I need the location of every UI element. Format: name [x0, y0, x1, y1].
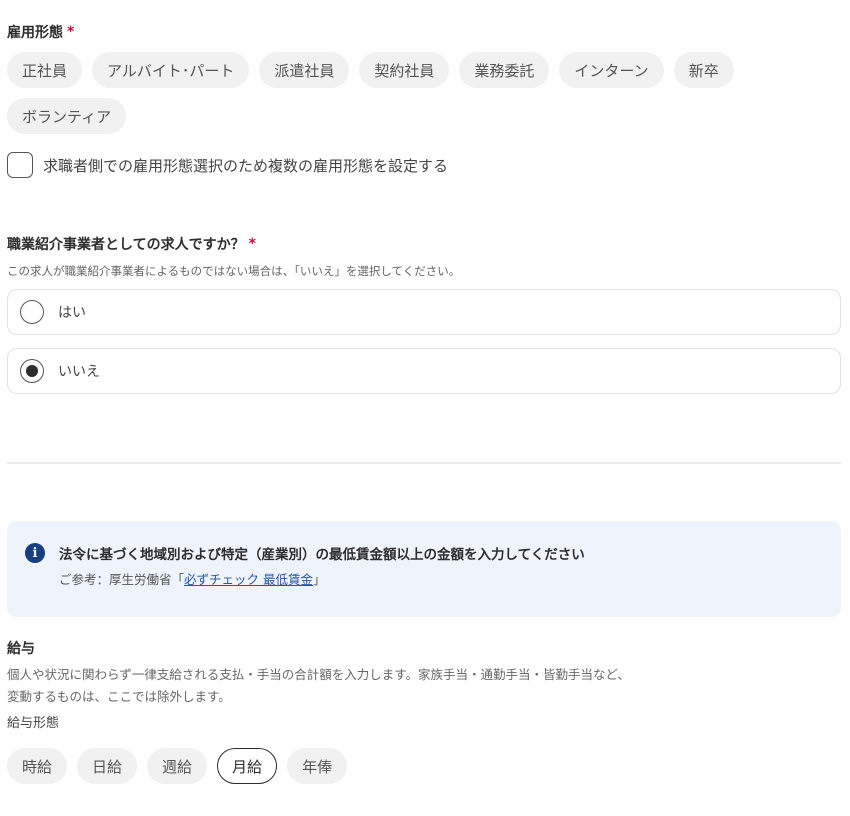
salary-heading: 給与 — [7, 638, 35, 658]
minimum-wage-link[interactable]: 必ずチェック 最低賃金 — [184, 572, 313, 587]
radio-option-no[interactable]: いいえ — [7, 348, 841, 394]
salary-type-chips: 時給 日給 週給 月給 年俸 — [7, 748, 348, 784]
notice-reference: ご参考：厚生労働省「必ずチェック 最低賃金」 — [59, 569, 585, 588]
salary-helper-line2: 変動するものは、ここでは除外します。 — [7, 689, 231, 704]
reference-prefix: ご参考：厚生労働省「 — [59, 572, 185, 587]
reference-suffix: 」 — [313, 572, 326, 587]
employment-type-chips: 正社員 アルバイト･パート 派遣社員 契約社員 業務委託 インターン 新卒 ボラ… — [7, 52, 807, 134]
chip-parttime[interactable]: アルバイト･パート — [92, 52, 250, 88]
agency-question-helper: この求人が職業紹介事業者によるものではない場合は、「いいえ」を選択してください。 — [7, 264, 461, 278]
chip-hourly[interactable]: 時給 — [7, 748, 68, 784]
minimum-wage-notice: i 法令に基づく地域別および特定（産業別）の最低賃金額以上の金額を入力してくださ… — [7, 521, 841, 617]
salary-type-label: 給与形態 — [7, 716, 60, 731]
chip-volunteer[interactable]: ボランティア — [7, 98, 127, 134]
multi-employment-type-row[interactable]: 求職者側での雇用形態選択のため複数の雇用形態を設定する — [7, 152, 448, 178]
employment-type-label: 雇用形態 — [7, 25, 63, 41]
agency-question-label: 職業紹介事業者としての求人ですか？ — [7, 237, 245, 253]
multi-employment-type-checkbox[interactable] — [7, 152, 33, 178]
chip-new-graduate[interactable]: 新卒 — [673, 52, 734, 88]
salary-helper-line1: 個人や状況に関わらず一律支給される支払・手当の合計額を入力します。家族手当・通勤… — [7, 667, 630, 682]
chip-monthly[interactable]: 月給 — [217, 748, 278, 784]
info-icon: i — [25, 543, 45, 563]
chip-annual[interactable]: 年俸 — [287, 748, 348, 784]
required-mark: * — [248, 236, 256, 252]
salary-label: 給与 — [7, 641, 35, 657]
chip-contract[interactable]: 契約社員 — [359, 52, 450, 88]
agency-question-heading: 職業紹介事業者としての求人ですか？ * — [7, 234, 256, 254]
radio-no[interactable] — [20, 359, 44, 383]
chip-intern[interactable]: インターン — [559, 52, 664, 88]
chip-dispatch[interactable]: 派遣社員 — [259, 52, 350, 88]
notice-title: 法令に基づく地域別および特定（産業別）の最低賃金額以上の金額を入力してください — [59, 547, 585, 563]
chip-daily[interactable]: 日給 — [77, 748, 138, 784]
radio-yes-label: はい — [58, 305, 86, 321]
radio-no-label: いいえ — [58, 364, 100, 380]
chip-outsourcing[interactable]: 業務委託 — [459, 52, 550, 88]
chip-fulltime[interactable]: 正社員 — [7, 52, 83, 88]
section-divider — [7, 462, 841, 464]
radio-yes[interactable] — [20, 300, 44, 324]
radio-option-yes[interactable]: はい — [7, 289, 841, 335]
employment-type-heading: 雇用形態 * — [7, 22, 74, 42]
multi-employment-type-label: 求職者側での雇用形態選択のため複数の雇用形態を設定する — [43, 156, 449, 175]
radio-selected-dot — [26, 365, 38, 377]
chip-weekly[interactable]: 週給 — [147, 748, 208, 784]
required-mark: * — [67, 24, 75, 40]
